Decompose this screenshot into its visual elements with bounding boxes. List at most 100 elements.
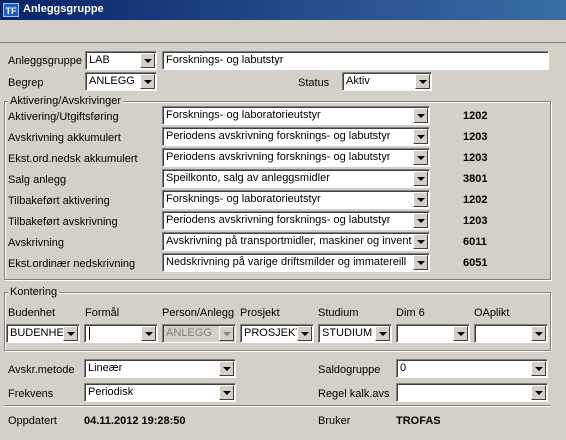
account-value: Forsknings- og laboratorieutstyr — [166, 193, 321, 205]
status-select[interactable]: Aktiv — [342, 72, 432, 91]
toolbar-area — [0, 20, 566, 43]
status-label: Status — [298, 77, 330, 89]
frekvens-value: Periodisk — [88, 386, 134, 398]
account-code: 1203 — [463, 131, 488, 143]
status-value: Aktiv — [346, 75, 370, 87]
chevron-down-icon[interactable] — [413, 150, 428, 165]
chevron-down-icon[interactable] — [453, 326, 468, 341]
saldogruppe-select[interactable]: 0 — [396, 359, 548, 378]
anleggsgruppe-select[interactable]: LAB — [85, 51, 157, 70]
account-value: Avskrivning på transportmidler, maskiner… — [166, 235, 412, 247]
chevron-down-icon[interactable] — [531, 361, 546, 376]
account-select[interactable]: Periodens avskrivning forsknings- og lab… — [162, 148, 430, 167]
bruker-value: TROFAS — [396, 415, 441, 427]
bruker-label: Bruker — [318, 415, 351, 427]
account-select[interactable]: Nedskrivning på varige driftsmilder og i… — [162, 253, 430, 272]
account-row-label: Avskrivning — [8, 237, 65, 249]
begrep-value: ANLEGG — [89, 75, 135, 87]
kontering-col-label: Prosjekt — [240, 307, 280, 319]
account-row-label: Tilbakeført aktivering — [8, 195, 110, 207]
anleggsgruppe-description-field[interactable]: Forsknings- og labutstyr — [162, 51, 549, 70]
account-row-label: Avskrivning akkumulert — [8, 132, 121, 144]
frekvens-label: Frekvens — [8, 388, 54, 400]
budenhet-value: BUDENHET — [10, 327, 64, 339]
chevron-down-icon[interactable] — [531, 326, 546, 341]
footer-divider — [4, 405, 551, 407]
account-value: Speilkonto, salg av anleggsmidler — [166, 172, 330, 184]
begrep-label: Begrep — [8, 77, 44, 89]
account-select[interactable]: Speilkonto, salg av anleggsmidler — [162, 169, 430, 188]
chevron-down-icon[interactable] — [141, 326, 156, 341]
aktivering-legend: Aktivering/Avskrivinger — [8, 95, 124, 107]
account-code: 1203 — [463, 215, 488, 227]
chevron-down-icon[interactable] — [413, 108, 428, 123]
chevron-down-icon[interactable] — [415, 74, 430, 89]
person-anlegg-value: ANLEGG — [166, 327, 212, 339]
kontering-col-label: OAplikt — [474, 307, 510, 319]
title-bar[interactable]: TF Anleggsgruppe — [0, 0, 566, 20]
account-row-label: Ekst.ord.nedsk akkumulert — [8, 153, 138, 165]
avskr-metode-select[interactable]: Lineær — [84, 359, 236, 378]
chevron-down-icon[interactable] — [413, 192, 428, 207]
chevron-down-icon[interactable] — [375, 326, 390, 341]
formal-select[interactable] — [84, 324, 158, 343]
account-code: 3801 — [463, 173, 488, 185]
account-code: 6051 — [463, 257, 488, 269]
account-row-label: Ekst.ordinær nedskrivning — [8, 258, 136, 270]
person-anlegg-select: ANLEGG — [162, 324, 236, 343]
chevron-down-icon[interactable] — [140, 74, 155, 89]
account-code: 1203 — [463, 152, 488, 164]
account-row-label: Tilbakeført avskrivning — [8, 216, 118, 228]
kontering-legend: Kontering — [8, 286, 60, 298]
oaplikt-select[interactable] — [474, 324, 548, 343]
account-value: Periodens avskrivning forsknings- og lab… — [166, 151, 391, 163]
chevron-down-icon[interactable] — [297, 326, 312, 341]
chevron-down-icon[interactable] — [413, 234, 428, 249]
oppdatert-value: 04.11.2012 19:28:50 — [84, 415, 186, 427]
chevron-down-icon[interactable] — [531, 385, 546, 400]
kontering-col-label: Formål — [85, 307, 120, 319]
budenhet-select[interactable]: BUDENHET — [6, 324, 80, 343]
account-value: Periodens avskrivning forsknings- og lab… — [166, 214, 391, 226]
account-value: Periodens avskrivning forsknings- og lab… — [166, 130, 391, 142]
regel-kalk-label: Regel kalk.avs — [318, 388, 390, 400]
chevron-down-icon[interactable] — [140, 53, 155, 68]
studium-value: STUDIUM — [322, 327, 373, 339]
account-row-label: Aktivering/Utgiftsføring — [8, 111, 119, 123]
anleggsgruppe-value: LAB — [89, 54, 110, 66]
avskr-metode-value: Lineær — [88, 362, 123, 374]
chevron-down-icon[interactable] — [413, 129, 428, 144]
prosjekt-select[interactable]: PROSJEKT — [240, 324, 314, 343]
chevron-down-icon[interactable] — [413, 171, 428, 186]
avskr-metode-label: Avskr.metode — [8, 364, 75, 376]
chevron-down-icon[interactable] — [219, 385, 234, 400]
chevron-down-icon — [219, 326, 234, 341]
begrep-select[interactable]: ANLEGG — [85, 72, 157, 91]
saldogruppe-value: 0 — [400, 362, 407, 374]
text-cursor — [89, 327, 90, 340]
chevron-down-icon[interactable] — [63, 326, 78, 341]
oppdatert-label: Oppdatert — [8, 415, 57, 427]
kontering-col-label: Dim 6 — [396, 307, 425, 319]
frekvens-select[interactable]: Periodisk — [84, 383, 236, 402]
account-code: 6011 — [463, 236, 487, 248]
account-row-label: Salg anlegg — [8, 174, 67, 186]
account-select[interactable]: Periodens avskrivning forsknings- og lab… — [162, 211, 430, 230]
account-value: Nedskrivning på varige driftsmilder og i… — [166, 256, 407, 268]
chevron-down-icon[interactable] — [219, 361, 234, 376]
studium-select[interactable]: STUDIUM — [318, 324, 392, 343]
regel-kalk-select[interactable] — [396, 383, 548, 402]
window-title: Anleggsgruppe — [23, 3, 104, 15]
account-select[interactable]: Periodens avskrivning forsknings- og lab… — [162, 127, 430, 146]
chevron-down-icon[interactable] — [413, 213, 428, 228]
anleggsgruppe-label: Anleggsgruppe — [8, 55, 83, 67]
account-code: 1202 — [463, 194, 488, 206]
kontering-col-label: Person/Anlegg — [162, 307, 235, 319]
account-select[interactable]: Forsknings- og laboratorieutstyr — [162, 190, 430, 209]
account-select[interactable]: Avskrivning på transportmidler, maskiner… — [162, 232, 430, 251]
dim6-select[interactable] — [396, 324, 470, 343]
kontering-col-label: Budenhet — [8, 307, 56, 319]
account-select[interactable]: Forsknings- og laboratorieutstyr — [162, 106, 430, 125]
chevron-down-icon[interactable] — [413, 255, 428, 270]
prosjekt-value: PROSJEKT — [244, 327, 298, 339]
